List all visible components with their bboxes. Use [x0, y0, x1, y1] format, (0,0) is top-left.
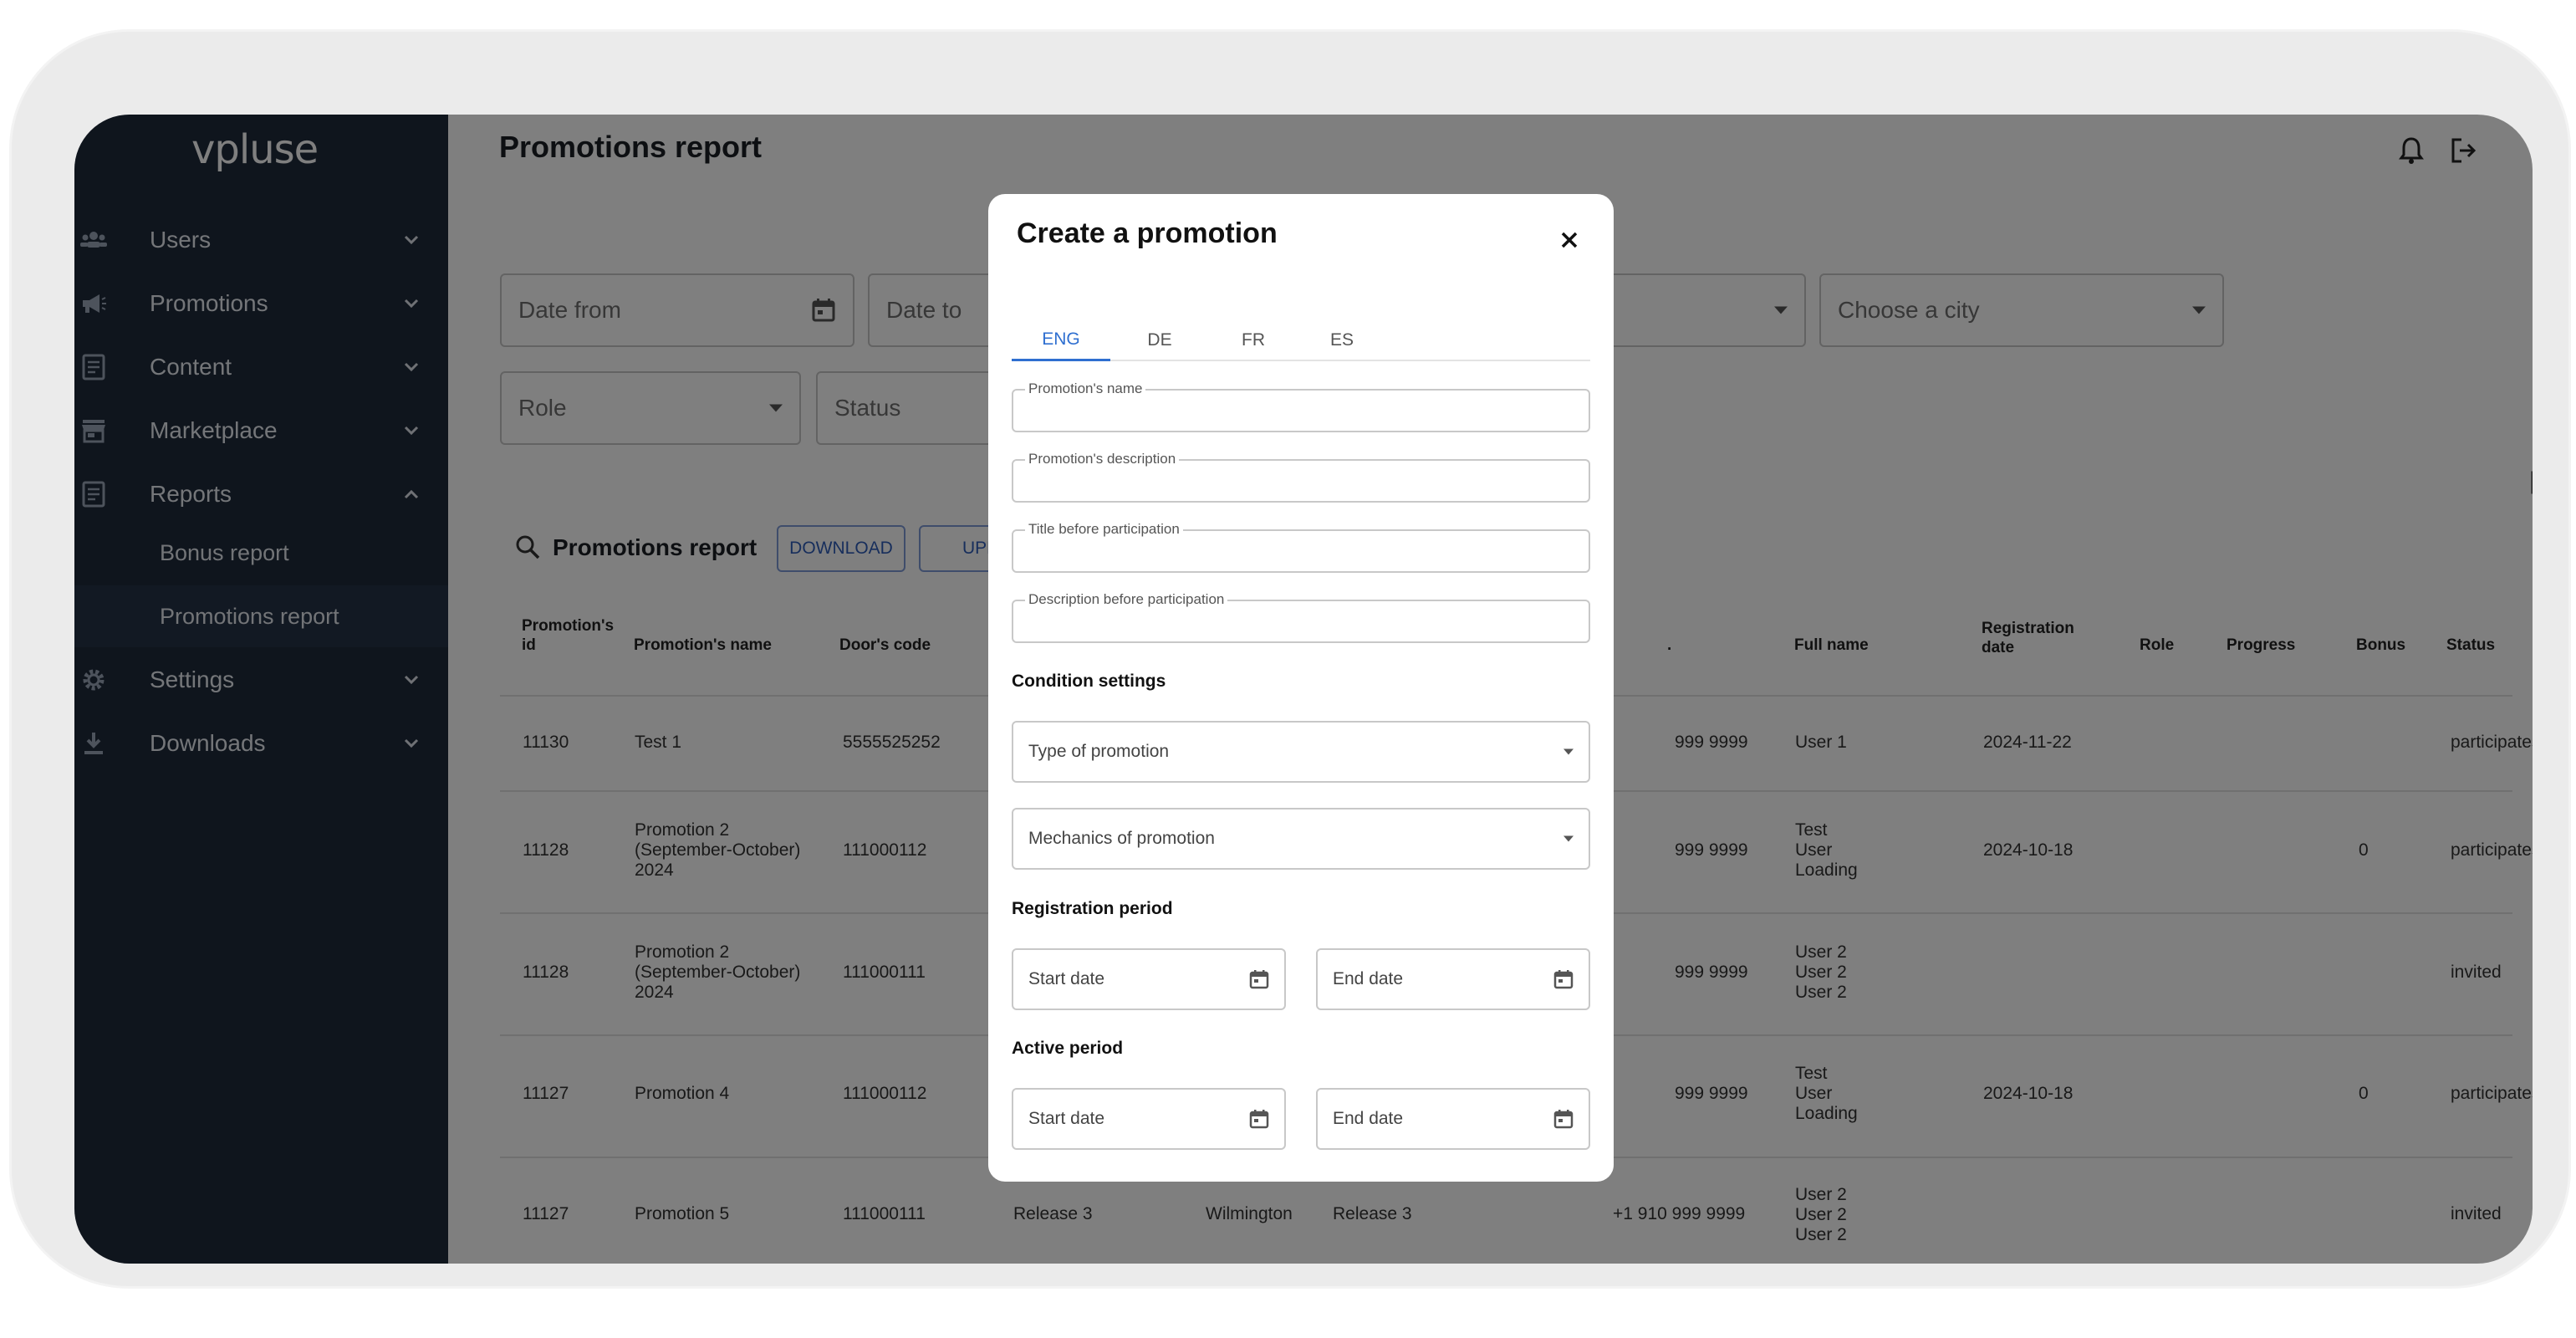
- device-frame: vpluse Users Promotions Content Marketpl…: [12, 32, 2568, 1286]
- tab-fr[interactable]: FR: [1209, 319, 1298, 361]
- promotion-name-field[interactable]: Promotion's name: [1012, 380, 1590, 432]
- promotion-description-field[interactable]: Promotion's description: [1012, 451, 1590, 503]
- description-before-participation-label: Description before participation: [1025, 591, 1228, 608]
- language-tabs: ENG DE FR ES: [1012, 319, 1590, 361]
- promotion-name-label: Promotion's name: [1025, 380, 1146, 397]
- type-of-promotion-select[interactable]: Type of promotion: [1012, 721, 1590, 783]
- title-before-participation-label: Title before participation: [1025, 521, 1183, 538]
- start-date-placeholder: Start date: [1028, 969, 1105, 988]
- create-promotion-modal: Create a promotion ENG DE FR ES Promotio…: [988, 194, 1614, 1182]
- caret-down-icon: [1563, 835, 1574, 842]
- modal-title: Create a promotion: [1017, 217, 1278, 249]
- calendar-icon[interactable]: [1552, 1107, 1575, 1131]
- end-date-placeholder: End date: [1333, 1109, 1404, 1128]
- calendar-icon[interactable]: [1247, 968, 1271, 991]
- condition-settings-heading: Condition settings: [1012, 672, 1166, 691]
- registration-period-heading: Registration period: [1012, 899, 1173, 918]
- promotion-description-label: Promotion's description: [1025, 451, 1180, 467]
- active-end-date[interactable]: End date: [1316, 1088, 1590, 1150]
- description-before-participation-field[interactable]: Description before participation: [1012, 591, 1590, 643]
- tab-es[interactable]: ES: [1298, 319, 1386, 361]
- app-screen: vpluse Users Promotions Content Marketpl…: [74, 115, 2533, 1264]
- calendar-icon[interactable]: [1247, 1107, 1271, 1131]
- tab-eng[interactable]: ENG: [1012, 319, 1110, 361]
- end-date-placeholder: End date: [1333, 969, 1404, 988]
- tab-de[interactable]: DE: [1110, 319, 1209, 361]
- registration-start-date[interactable]: Start date: [1012, 948, 1286, 1010]
- mechanics-of-promotion-select[interactable]: Mechanics of promotion: [1012, 808, 1590, 870]
- active-start-date[interactable]: Start date: [1012, 1088, 1286, 1150]
- caret-down-icon: [1563, 748, 1574, 755]
- mechanics-of-promotion-placeholder: Mechanics of promotion: [1028, 829, 1215, 848]
- calendar-icon[interactable]: [1552, 968, 1575, 991]
- start-date-placeholder: Start date: [1028, 1109, 1105, 1128]
- registration-end-date[interactable]: End date: [1316, 948, 1590, 1010]
- close-icon[interactable]: [1557, 227, 1582, 253]
- type-of-promotion-placeholder: Type of promotion: [1028, 742, 1170, 761]
- active-period-heading: Active period: [1012, 1039, 1124, 1058]
- title-before-participation-field[interactable]: Title before participation: [1012, 521, 1590, 573]
